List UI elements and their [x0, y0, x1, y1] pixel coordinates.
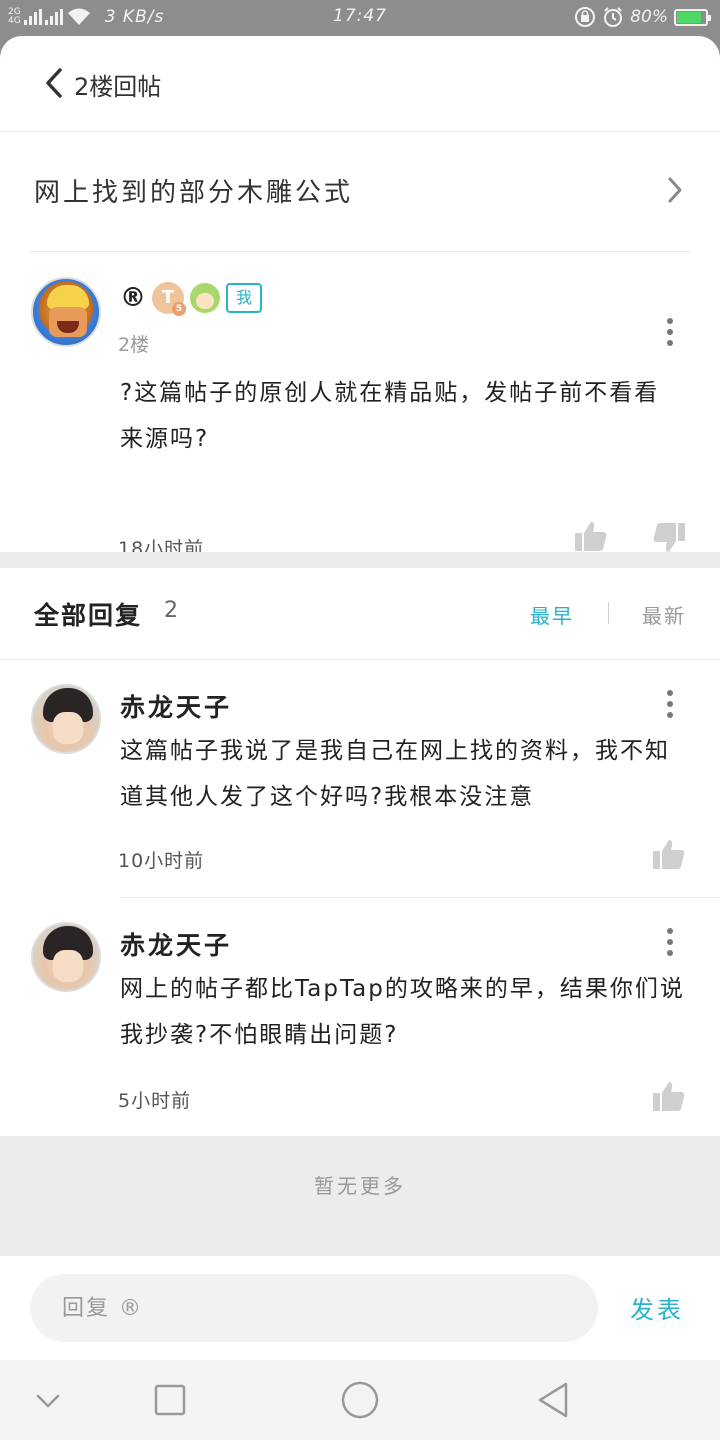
- status-right: 80%: [574, 6, 711, 28]
- no-more-label: 暂无更多: [314, 1174, 406, 1198]
- sort-separator: [608, 602, 609, 624]
- more-options-icon[interactable]: [666, 690, 674, 720]
- reply-body: 这篇帖子我说了是我自己在网上找的资料，我不知道其他人发了这个好吗?我根本没注意: [120, 738, 670, 810]
- source-post-link[interactable]: 网上找到的部分木雕公式: [30, 132, 690, 252]
- reply-detail-sheet: 2楼回帖 网上找到的部分木雕公式 ® T 5 我 2楼 ?这篇帖子的原创人就在精…: [0, 36, 720, 1360]
- thumbs-up-icon[interactable]: [574, 520, 608, 552]
- reply-time: 10小时前: [118, 850, 205, 872]
- battery-fill: [677, 11, 701, 23]
- reply-author[interactable]: 赤龙天子: [120, 926, 232, 962]
- reply-body: 网上的帖子都比TapTap的攻略来的早，结果你们说我抄袭?不怕眼睛出问题?: [120, 976, 685, 1048]
- sort-earliest-button[interactable]: 最早: [530, 600, 574, 629]
- sort-newest-button[interactable]: 最新: [642, 600, 686, 629]
- battery-icon: [674, 8, 711, 26]
- character-badge-icon: [190, 283, 220, 313]
- system-nav-bar: [0, 1360, 720, 1440]
- battery-cap: [708, 14, 711, 21]
- alarm-icon: [604, 7, 623, 27]
- post-body: ?这篇帖子的原创人就在精品贴，发帖子前不看看来源吗?: [120, 380, 660, 452]
- reply-item: 赤龙天子 网上的帖子都比TapTap的攻略来的早，结果你们说我抄袭?不怕眼睛出问…: [0, 898, 720, 1136]
- more-options-icon[interactable]: [666, 318, 674, 348]
- avatar[interactable]: [31, 277, 101, 347]
- battery-percent: 80%: [630, 7, 668, 27]
- level-badge-number: 5: [172, 302, 186, 316]
- reply-author[interactable]: 赤龙天子: [120, 688, 232, 724]
- replies-count: 2: [164, 598, 178, 623]
- replies-header: 全部回复 2 最早 最新: [0, 568, 720, 660]
- avatar-helmet: [47, 285, 89, 309]
- chevron-right-icon[interactable]: [664, 174, 686, 206]
- thumbs-up-icon[interactable]: [652, 1080, 686, 1112]
- section-divider: [0, 552, 720, 568]
- post-author-row: ® T 5 我: [120, 282, 263, 316]
- home-icon[interactable]: [340, 1380, 380, 1420]
- back-arrow-icon[interactable]: [40, 66, 70, 100]
- level-badge-icon: T 5: [152, 282, 186, 316]
- avatar-face: [53, 712, 83, 744]
- replies-title: 全部回复: [34, 601, 143, 630]
- avatar[interactable]: [31, 684, 101, 754]
- end-of-list: 暂无更多: [0, 1136, 720, 1256]
- reply-input[interactable]: [30, 1274, 598, 1342]
- page-title: 2楼回帖: [74, 73, 162, 101]
- avatar-face: [53, 950, 83, 982]
- avatar[interactable]: [31, 922, 101, 992]
- chevron-down-icon[interactable]: [28, 1380, 68, 1420]
- more-options-icon[interactable]: [666, 928, 674, 958]
- me-tag: 我: [226, 283, 263, 313]
- character-badge-face: [196, 293, 214, 309]
- back-icon[interactable]: [534, 1380, 574, 1420]
- thumbs-up-icon[interactable]: [652, 838, 686, 870]
- send-button[interactable]: 发表: [630, 1290, 684, 1325]
- reply-item: 赤龙天子 这篇帖子我说了是我自己在网上找的资料，我不知道其他人发了这个好吗?我根…: [0, 660, 720, 898]
- floor-post: ® T 5 我 2楼 ?这篇帖子的原创人就在精品贴，发帖子前不看看来源吗? 18…: [0, 252, 720, 560]
- top-bar: 2楼回帖: [0, 36, 720, 132]
- source-post-title[interactable]: 网上找到的部分木雕公式: [34, 172, 353, 209]
- reply-time: 5小时前: [118, 1090, 192, 1112]
- recents-icon[interactable]: [150, 1380, 190, 1420]
- reply-composer: 发表: [0, 1256, 720, 1360]
- status-bar: 2G 4G 3 KB/s 17:47 80%: [0, 0, 720, 36]
- rotation-lock-icon: [575, 7, 596, 27]
- thumbs-down-icon[interactable]: [652, 522, 686, 554]
- author-name[interactable]: ®: [120, 283, 146, 313]
- floor-label: 2楼: [118, 334, 150, 356]
